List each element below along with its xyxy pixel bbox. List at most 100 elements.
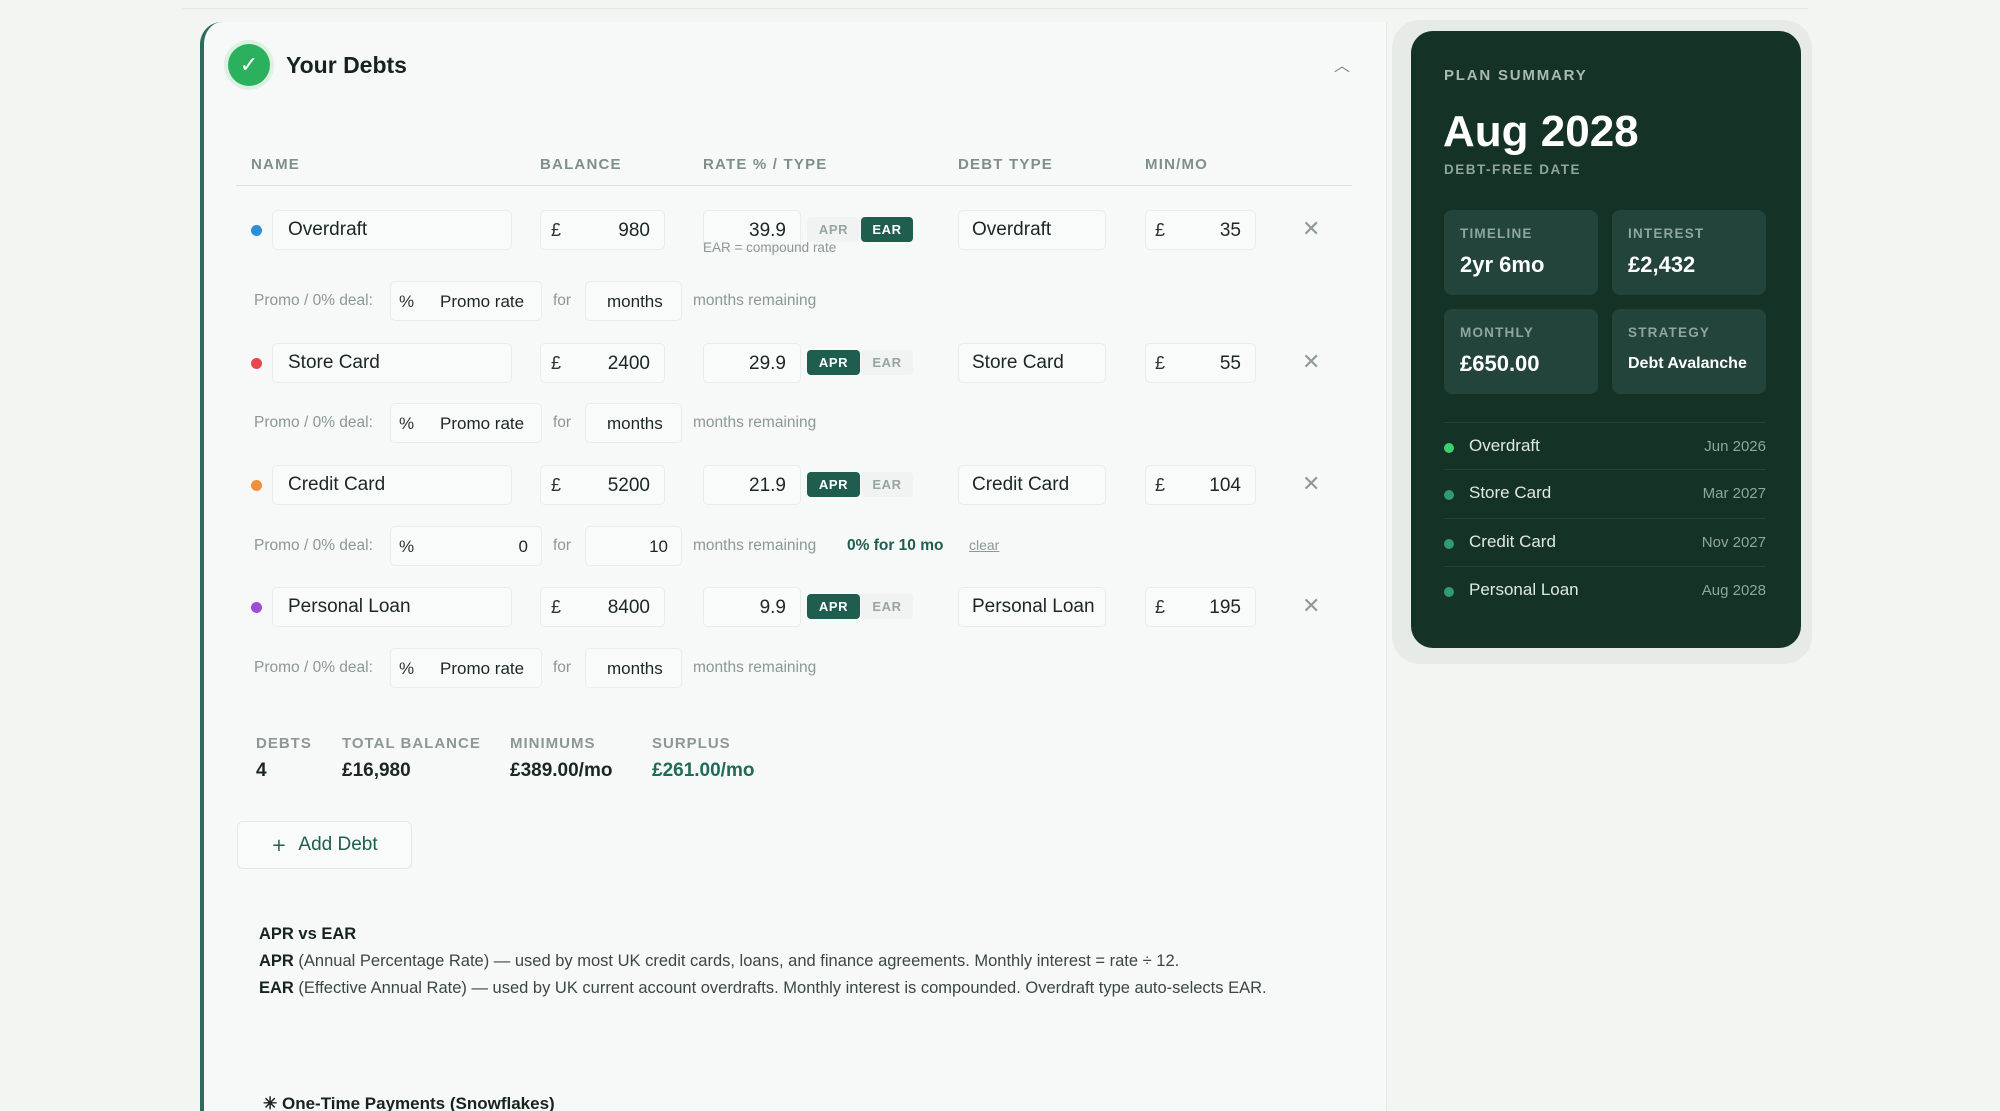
stat-debts-label: DEBTS (256, 735, 312, 752)
min-payment-value: 35 (1219, 220, 1241, 241)
tile-monthly: MONTHLY £650.00 (1444, 309, 1598, 394)
add-debt-button[interactable]: + Add Debt (237, 821, 412, 869)
tile-strategy: STRATEGY Debt Avalanche (1612, 309, 1766, 394)
apr-toggle[interactable]: APR (807, 594, 860, 619)
balance-value: 2400 (607, 353, 650, 374)
promo-rate-value: 0 (518, 537, 528, 556)
chevron-up-icon[interactable]: ︿ (1334, 52, 1350, 76)
months-remaining-label: months remaining (693, 414, 817, 431)
debt-type-select[interactable]: Credit Card (958, 465, 1106, 505)
tile-value: Debt Avalanche (1628, 355, 1747, 372)
info-ear-text: (Effective Annual Rate) — used by UK cur… (293, 979, 1267, 997)
debt-color-dot (251, 602, 262, 613)
tile-value: £650.00 (1460, 351, 1540, 376)
close-icon[interactable]: ✕ (1302, 217, 1320, 242)
col-debt-type: DEBT TYPE (958, 156, 1053, 173)
payoff-date: Mar 2027 (1702, 485, 1766, 502)
tile-label: TIMELINE (1460, 226, 1533, 241)
promo-months-placeholder: months (607, 659, 663, 678)
promo-label: Promo / 0% deal: (254, 292, 373, 309)
payoff-row: Overdraft Jun 2026 (1444, 422, 1766, 470)
debt-name-input[interactable]: Credit Card (272, 465, 512, 505)
info-apr-text: (Annual Percentage Rate) — used by most … (293, 952, 1180, 970)
ear-toggle[interactable]: EAR (861, 350, 913, 375)
rate-value: 9.9 (759, 597, 786, 618)
debt-color-dot (251, 480, 262, 491)
balance-value: 980 (618, 220, 650, 241)
debt-color-dot (251, 225, 262, 236)
debt-name-input[interactable]: Store Card (272, 343, 512, 383)
months-remaining-label: months remaining (693, 292, 817, 309)
debt-name-input[interactable]: Overdraft (272, 210, 512, 250)
payoff-row: Personal Loan Aug 2028 (1444, 566, 1766, 614)
rate-value: 39.9 (749, 220, 786, 241)
debt-type-select[interactable]: Personal Loan (958, 587, 1106, 627)
check-icon: ✓ (228, 44, 270, 86)
payoff-name: Overdraft (1469, 436, 1540, 455)
months-remaining-label: months remaining (693, 537, 817, 554)
debt-type-value: Personal Loan (972, 596, 1095, 617)
debt-free-date: Aug 2028 (1443, 107, 1639, 156)
close-icon[interactable]: ✕ (1302, 350, 1320, 375)
summary-label: PLAN SUMMARY (1444, 67, 1588, 84)
info-apr-term: APR (259, 952, 294, 970)
balance-value: 5200 (607, 475, 650, 496)
payoff-date: Jun 2026 (1704, 438, 1766, 455)
tile-label: STRATEGY (1628, 325, 1711, 340)
promo-for-label: for (553, 414, 572, 431)
ear-toggle[interactable]: EAR (861, 217, 913, 242)
debt-free-label: DEBT-FREE DATE (1444, 162, 1582, 177)
tile-timeline: TIMELINE 2yr 6mo (1444, 210, 1598, 295)
close-icon[interactable]: ✕ (1302, 594, 1320, 619)
currency-symbol: £ (1155, 475, 1166, 495)
months-remaining-label: months remaining (693, 659, 817, 676)
ear-toggle[interactable]: EAR (861, 594, 913, 619)
payoff-dot (1444, 539, 1454, 549)
snowflakes-heading[interactable]: ✳ One-Time Payments (Snowflakes) (263, 1094, 555, 1111)
col-balance: BALANCE (540, 156, 622, 173)
promo-months-placeholder: months (607, 292, 663, 311)
stat-debts-value: 4 (256, 760, 267, 781)
apr-toggle[interactable]: APR (807, 472, 860, 497)
promo-months-value: 10 (649, 537, 668, 556)
currency-symbol: £ (1155, 353, 1166, 373)
debt-name-value: Credit Card (288, 474, 386, 495)
rate-value: 29.9 (749, 353, 786, 374)
percent-symbol: % (399, 659, 415, 678)
promo-rate-placeholder: Promo rate (440, 659, 525, 678)
debt-color-dot (251, 358, 262, 369)
promo-label: Promo / 0% deal: (254, 414, 373, 431)
debt-name-input[interactable]: Personal Loan (272, 587, 512, 627)
stat-balance-value: £16,980 (342, 760, 411, 781)
promo-months-placeholder: months (607, 414, 663, 433)
min-payment-value: 104 (1209, 475, 1241, 496)
stat-min-label: MINIMUMS (510, 735, 596, 752)
top-divider (183, 8, 1808, 9)
currency-symbol: £ (1155, 220, 1166, 240)
ear-toggle[interactable]: EAR (861, 472, 913, 497)
debt-type-select[interactable]: Store Card (958, 343, 1106, 383)
payoff-row: Credit Card Nov 2027 (1444, 518, 1766, 566)
add-debt-label: Add Debt (298, 834, 378, 855)
debt-type-value: Credit Card (972, 474, 1070, 495)
payoff-dot (1444, 443, 1454, 453)
apr-toggle[interactable]: APR (807, 350, 860, 375)
stat-min-value: £389.00/mo (510, 760, 613, 781)
apr-toggle[interactable]: APR (807, 217, 860, 242)
promo-rate-placeholder: Promo rate (440, 292, 525, 311)
currency-symbol: £ (1155, 597, 1166, 617)
stat-balance-label: TOTAL BALANCE (342, 735, 481, 752)
apr-ear-info: APR vs EAR APR (Annual Percentage Rate) … (259, 921, 1319, 1002)
debt-type-select[interactable]: Overdraft (958, 210, 1106, 250)
tile-label: INTEREST (1628, 226, 1705, 241)
col-name: NAME (251, 156, 300, 173)
header-divider (236, 185, 1352, 186)
debt-name-value: Store Card (288, 352, 380, 373)
clear-promo-link[interactable]: clear (969, 537, 999, 553)
tile-label: MONTHLY (1460, 325, 1534, 340)
rate-value: 21.9 (749, 475, 786, 496)
close-icon[interactable]: ✕ (1302, 472, 1320, 497)
payoff-date: Nov 2027 (1701, 534, 1766, 551)
percent-symbol: % (399, 537, 415, 556)
percent-symbol: % (399, 292, 415, 311)
